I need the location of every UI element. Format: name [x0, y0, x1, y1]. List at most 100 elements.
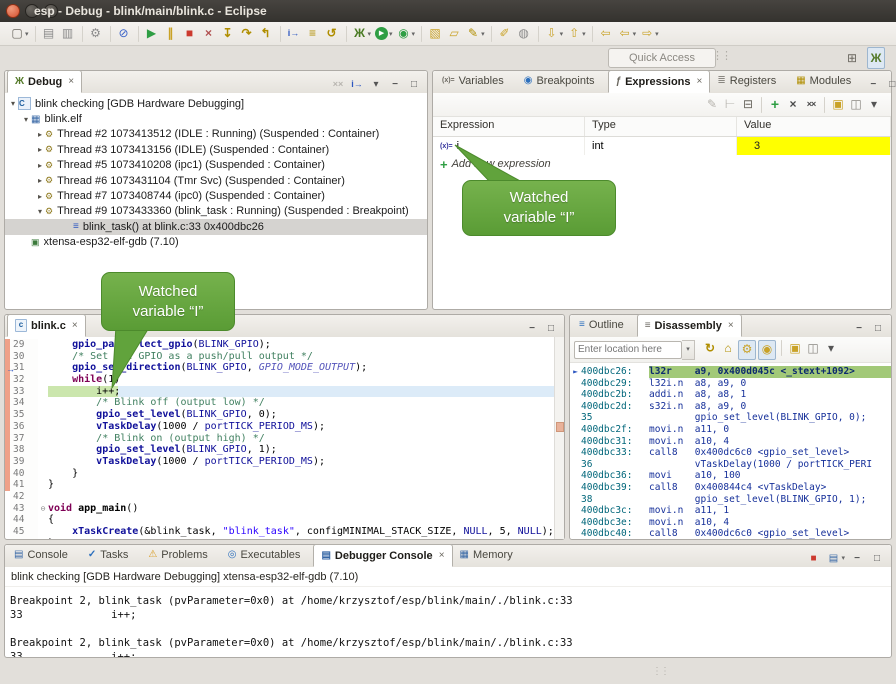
code-line[interactable]: 35 gpio_set_level(BLINK_GPIO, 0); — [5, 409, 564, 421]
code-line[interactable]: 38 gpio_set_level(BLINK_GPIO, 1); — [5, 444, 564, 456]
close-icon[interactable]: × — [72, 320, 78, 331]
debug-tree-item[interactable]: ▾ ▦ blink.elf — [5, 111, 427, 126]
code-line[interactable]: 44 { — [5, 514, 564, 526]
expander-icon[interactable]: ▸ — [35, 130, 45, 139]
dropdown-arrow-icon[interactable]: ▾ — [582, 30, 586, 38]
debug-tree-item[interactable]: ▾ C blink checking [GDB Hardware Debuggi… — [5, 96, 427, 111]
disassembly-row[interactable]: 400dbc2b: addi.n a8, a8, 1 — [570, 389, 891, 401]
maximize-icon[interactable]: □ — [543, 319, 559, 337]
disassembly-row[interactable]: 400dbc3e: movi.n a10, 4 — [570, 517, 891, 529]
code-line[interactable]: 32 while(1) — [5, 374, 564, 386]
line-number[interactable]: 45 — [10, 526, 38, 538]
disassembly-row[interactable]: 400dbc33: call8 0x400dc6c0 <gpio_set_lev… — [570, 447, 891, 459]
close-icon[interactable]: × — [439, 550, 445, 561]
build-icon[interactable]: ⚙ — [88, 25, 105, 43]
skip-breakpoints-icon[interactable]: ⊘ — [116, 25, 133, 43]
previous-annotation-icon[interactable]: ⇧ ▾ — [566, 25, 587, 43]
collapse-all-icon[interactable]: ⊟ — [740, 96, 756, 114]
search-icon[interactable]: ✎ ▾ — [465, 25, 486, 43]
console-tab[interactable]: ▤ Debugger Console × — [313, 544, 452, 567]
new-rendering-icon[interactable]: ▣ — [830, 96, 846, 114]
dropdown-arrow-icon[interactable]: ▾ — [25, 30, 29, 38]
fold-icon[interactable] — [38, 491, 48, 503]
disassembly-row[interactable]: 400dbc40: call8 0x400dc6c0 <gpio_set_lev… — [570, 528, 891, 539]
sash-grip[interactable]: ⋮⋮ — [652, 666, 668, 677]
view-tab[interactable]: ƒ Expressions × — [608, 70, 711, 93]
fold-icon[interactable] — [38, 362, 48, 374]
view-tab[interactable]: ◉ Breakpoints — [517, 70, 608, 91]
console-tab[interactable]: ⚠ Problems — [141, 544, 220, 565]
column-header-expression[interactable]: Expression — [433, 117, 585, 136]
line-number[interactable]: 40 — [10, 468, 38, 480]
fold-icon[interactable] — [38, 444, 48, 456]
code-editor[interactable]: 29 gpio_pad_select_gpio(BLINK_GPIO); 30 … — [5, 337, 564, 539]
mark-occurrences-icon[interactable]: ✐ — [497, 25, 514, 43]
instruction-stepping-mode-icon[interactable]: i→ — [349, 75, 365, 93]
code-line[interactable]: 41 } — [5, 479, 564, 491]
code-line[interactable]: 29 gpio_pad_select_gpio(BLINK_GPIO); — [5, 339, 564, 351]
separator[interactable] — [781, 340, 782, 356]
fold-icon[interactable] — [38, 421, 48, 433]
suspend-icon[interactable]: ∥ — [163, 25, 180, 43]
new-view-icon[interactable]: ▣ — [787, 340, 803, 358]
close-icon[interactable]: × — [697, 76, 703, 87]
dropdown-arrow-icon[interactable]: ▾ — [633, 30, 637, 38]
annotation-marker[interactable] — [556, 422, 564, 432]
separator[interactable] — [592, 26, 593, 42]
disassembly-row[interactable]: 36 vTaskDelay(1000 / portTICK_PERI — [570, 459, 891, 471]
code-line[interactable]: 30 /* Set the GPIO as a push/pull output… — [5, 351, 564, 363]
tab-blink-c[interactable]: c blink.c × — [7, 314, 86, 337]
dropdown-arrow-icon[interactable]: ▾ — [560, 30, 564, 38]
dropdown-arrow-icon[interactable]: ▾ — [389, 30, 393, 38]
debug-tree-item[interactable]: ▸ ⚙ Thread #5 1073410208 (ipc1) (Suspend… — [5, 158, 427, 173]
line-number[interactable]: 35 — [10, 409, 38, 421]
display-selected-console-icon[interactable]: ▤ ▾ — [825, 549, 846, 567]
code-line[interactable]: } — [5, 538, 564, 539]
expander-icon[interactable]: ▸ — [35, 192, 45, 201]
line-number[interactable]: 41 — [10, 479, 38, 491]
separator[interactable] — [346, 26, 347, 42]
debug-tree-item[interactable]: ≡ blink_task() at blink.c:33 0x400dbc26 — [5, 219, 427, 234]
separator[interactable] — [82, 26, 83, 42]
fold-icon[interactable] — [38, 514, 48, 526]
view-tab[interactable]: ≡ Disassembly × — [637, 314, 742, 337]
line-number[interactable]: 36 — [10, 421, 38, 433]
view-menu-icon[interactable]: ▾ — [368, 75, 384, 93]
show-debug-console-icon[interactable]: ≡ — [305, 25, 322, 43]
line-number[interactable]: 34 — [10, 397, 38, 409]
separator[interactable] — [761, 97, 762, 113]
debug-tree-item[interactable]: ▸ ⚙ Thread #7 1073408744 (ipc0) (Suspend… — [5, 188, 427, 203]
maximize-icon[interactable]: □ — [884, 75, 896, 93]
fold-icon[interactable] — [38, 468, 48, 480]
step-return-icon[interactable]: ↰ — [258, 25, 275, 43]
separator[interactable] — [538, 26, 539, 42]
open-element-icon[interactable]: ▱ — [446, 25, 463, 43]
code-line[interactable]: 31 gpio_set_direction(BLINK_GPIO, GPIO_M… — [5, 362, 564, 374]
separator[interactable] — [491, 26, 492, 42]
remove-all-expressions-icon[interactable]: ×× — [803, 96, 819, 114]
disassembly-row[interactable]: 400dbc36: movi a10, 100 — [570, 470, 891, 482]
fold-icon[interactable]: ⊖ — [38, 503, 48, 515]
sync-active-context-icon[interactable]: ⚙ — [738, 340, 756, 360]
line-number[interactable]: 44 — [10, 514, 38, 526]
minimize-icon[interactable]: − — [865, 75, 881, 93]
separator[interactable] — [110, 26, 111, 42]
fold-icon[interactable] — [38, 479, 48, 491]
view-tab[interactable]: (x)= Variables — [435, 70, 517, 91]
fold-icon[interactable] — [38, 397, 48, 409]
separator[interactable] — [421, 26, 422, 42]
disassembly-row[interactable]: 400dbc2d: s32i.n a8, a9, 0 — [570, 401, 891, 413]
home-icon[interactable]: ⌂ — [720, 340, 736, 358]
step-into-icon[interactable]: ↧ — [220, 25, 237, 43]
fold-icon[interactable] — [38, 409, 48, 421]
resume-icon[interactable]: ▶ — [144, 25, 161, 43]
expander-icon[interactable]: ▸ — [35, 161, 45, 170]
debug-tree-item[interactable]: ▾ ⚙ Thread #9 1073433360 (blink_task : R… — [5, 204, 427, 219]
add-expression-icon[interactable]: + — [767, 96, 783, 114]
show-logical-structure-icon[interactable]: ⊢ — [722, 96, 738, 114]
terminate-console-icon[interactable]: ■ — [805, 549, 822, 567]
minimize-icon[interactable]: − — [851, 319, 867, 337]
dropdown-arrow-icon[interactable]: ▾ — [412, 30, 416, 38]
location-input[interactable] — [574, 341, 682, 359]
view-menu-icon[interactable]: ▾ — [823, 340, 839, 358]
